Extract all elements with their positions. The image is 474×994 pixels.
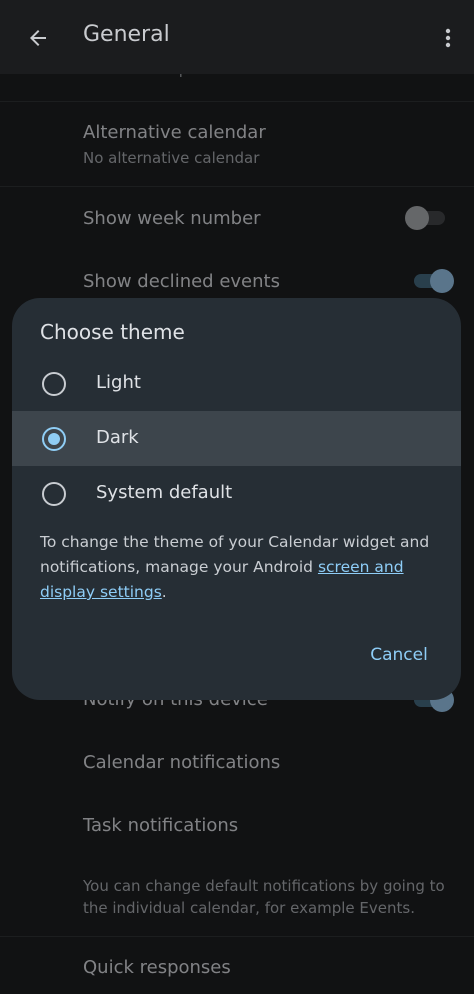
choose-theme-dialog: Choose theme Light Dark System default T… [12, 298, 461, 700]
more-options-button[interactable] [430, 18, 466, 58]
radio-button[interactable] [42, 372, 66, 396]
screen: General Eastern European Summer Time GMT… [0, 0, 474, 994]
theme-option-dark[interactable]: Dark [12, 411, 461, 466]
theme-option-system-default[interactable]: System default [12, 466, 461, 521]
radio-button-checked[interactable] [42, 427, 66, 451]
more-vert-icon [445, 28, 451, 48]
description-suffix: . [161, 583, 167, 601]
page-title: General [83, 22, 170, 47]
theme-description: To change the theme of your Calendar wid… [40, 530, 440, 605]
radio-dot [48, 433, 60, 445]
dialog-title: Choose theme [40, 320, 185, 344]
cancel-button[interactable]: Cancel [356, 638, 442, 672]
theme-option-label: Dark [96, 427, 139, 448]
radio-button[interactable] [42, 482, 66, 506]
top-app-bar: General [0, 0, 474, 74]
theme-option-label: Light [96, 372, 141, 393]
theme-option-label: System default [96, 482, 233, 503]
theme-option-light[interactable]: Light [12, 356, 461, 411]
back-button[interactable] [18, 18, 58, 58]
arrow-back-icon [30, 30, 46, 46]
